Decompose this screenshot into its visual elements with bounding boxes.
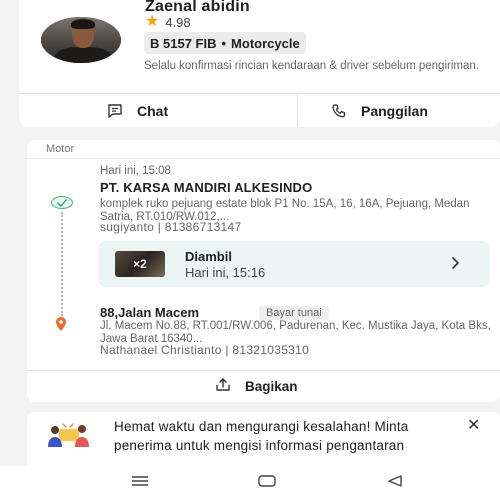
confirmation-note: Selalu konfirmasi rincian kendaraan & dr…: [144, 60, 479, 72]
call-label: Panggilan: [361, 102, 428, 119]
chat-button[interactable]: Chat: [107, 94, 168, 127]
share-label: Bagikan: [245, 378, 298, 394]
divider: [27, 370, 500, 371]
driver-card: Zaenal abidin ★ 4.98 B 5157 FIB • Motorc…: [19, 0, 500, 127]
rating-value: 4.98: [165, 14, 191, 30]
pickup-contact: sugiyanto | 81386713147: [100, 220, 242, 234]
call-button[interactable]: Panggilan: [331, 94, 428, 127]
pickup-time: Hari ini, 15:08: [100, 165, 171, 177]
vehicle-section-label: Motor: [46, 143, 75, 155]
home-icon[interactable]: [258, 474, 276, 493]
chat-icon: [107, 103, 123, 119]
chat-label: Chat: [137, 102, 169, 119]
chevron-right-icon[interactable]: [451, 255, 461, 276]
check-icon: [51, 196, 73, 209]
divider: [27, 158, 500, 159]
star-icon: ★: [145, 13, 160, 30]
separator-dot: •: [221, 35, 227, 51]
share-button[interactable]: Bagikan: [215, 376, 298, 396]
divider: [297, 94, 298, 127]
proof-photo-thumbnail[interactable]: ×2: [115, 251, 165, 277]
route-timeline-line: [61, 212, 63, 316]
status-title: Diambil: [185, 249, 232, 264]
tip-text: Hemat waktu dan mengurangi kesalahan! Mi…: [114, 419, 409, 453]
payment-badge: Bayar tunai: [259, 306, 329, 320]
avatar[interactable]: [41, 17, 121, 63]
back-icon[interactable]: [386, 474, 404, 493]
pin-icon: [53, 316, 69, 337]
pickup-name: PT. KARSA MANDIRI ALKESINDO: [100, 180, 313, 195]
menu-icon[interactable]: [131, 474, 149, 493]
destination-name: 88,Jalan Macem: [100, 305, 200, 320]
close-icon[interactable]: ✕: [467, 418, 480, 434]
share-icon: [215, 377, 231, 396]
vehicle-badge: B 5157 FIB • Motorcycle: [144, 32, 306, 54]
phone-icon: [331, 103, 347, 119]
destination-contact: Nathanael Christianto | 81321035310: [100, 343, 310, 357]
people-illustration-icon: [47, 420, 91, 455]
status-time: Hari ini, 15:16: [185, 265, 266, 280]
plate-number: B 5157 FIB: [150, 35, 217, 51]
vehicle-type: Motorcycle: [231, 35, 300, 51]
photo-count-badge: ×2: [133, 257, 147, 271]
pickup-status-row[interactable]: ×2 Diambil Hari ini, 15:16: [98, 241, 490, 287]
delivery-card: Motor Hari ini, 15:08 PT. KARSA MANDIRI …: [27, 140, 500, 402]
driver-rating: ★ 4.98: [145, 14, 191, 30]
system-navigation-bar: [0, 466, 500, 500]
tip-banner: Hemat waktu dan mengurangi kesalahan! Mi…: [27, 412, 500, 472]
